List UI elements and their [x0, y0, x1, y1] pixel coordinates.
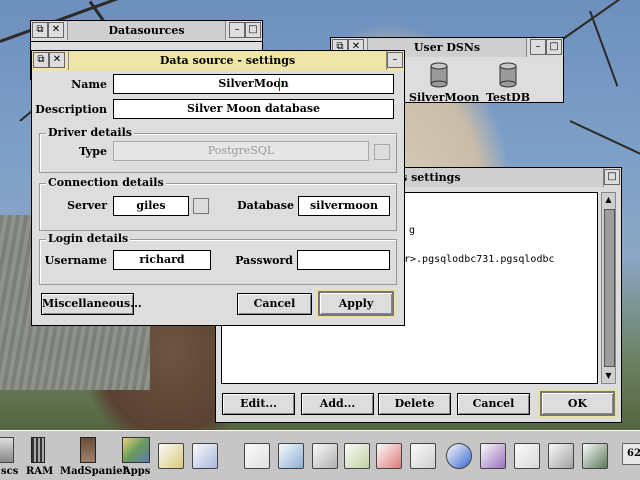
password-label: Password — [235, 254, 293, 267]
database-field[interactable]: silvermoon — [298, 196, 390, 216]
group-title: Login details — [46, 232, 131, 245]
back-button[interactable]: ⧉ — [33, 52, 49, 68]
scroll-thumb[interactable] — [604, 209, 615, 367]
display-icon[interactable] — [582, 443, 608, 469]
database-icon — [430, 62, 448, 88]
name-field[interactable]: SilverMoon — [113, 74, 394, 94]
edit-button[interactable]: Edit... — [222, 393, 295, 415]
window-title: Datasources — [67, 21, 226, 40]
tools-icon[interactable] — [278, 443, 304, 469]
iconise-button[interactable]: – — [229, 22, 245, 38]
chips-icon[interactable] — [312, 443, 338, 469]
description-field[interactable]: Silver Moon database — [113, 99, 394, 119]
stamp-icon[interactable] — [480, 443, 506, 469]
paint-icon[interactable] — [376, 443, 402, 469]
iconbar-label: Apps — [123, 466, 151, 477]
close-button[interactable]: ✕ — [49, 52, 65, 68]
miscellaneous-button[interactable]: Miscellaneous... — [41, 293, 142, 315]
type-label: Type — [78, 145, 107, 158]
dsn-item-silvermoon[interactable]: SilverMoon — [409, 62, 480, 104]
magnifier-icon[interactable] — [344, 443, 370, 469]
data-source-settings-window[interactable]: ⧉ ✕ Data source - settings – Name Silver… — [31, 50, 405, 326]
app-icon[interactable] — [158, 443, 184, 469]
graph-icon[interactable] — [192, 443, 218, 469]
scroll-up-arrow[interactable]: ▲ — [603, 194, 614, 206]
type-field: PostgreSQL — [113, 141, 369, 161]
server-field[interactable]: giles — [113, 196, 189, 216]
server-label: Server — [67, 199, 107, 212]
web-icon[interactable] — [410, 443, 436, 469]
toggle-size-button[interactable]: □ — [546, 39, 562, 55]
help-icon[interactable] — [244, 443, 270, 469]
password-field[interactable] — [297, 250, 390, 270]
iconbar-label: MadSpaniel — [60, 466, 127, 477]
toggle-size-button[interactable]: □ — [245, 22, 261, 38]
ram-disc-icon — [31, 437, 45, 463]
vertical-scrollbar[interactable]: ▲ ▼ — [601, 192, 616, 384]
text-line: g — [409, 225, 416, 236]
madspaniel-icon — [80, 437, 96, 463]
toggle-size-button[interactable]: □ — [604, 169, 620, 185]
iconise-button[interactable]: – — [387, 52, 403, 68]
edit-icon[interactable] — [514, 443, 540, 469]
cancel-button[interactable]: Cancel — [457, 393, 530, 415]
server-picker-button[interactable] — [193, 198, 209, 214]
iconbar-item-ram[interactable]: RAM — [24, 435, 54, 479]
dsn-label: SilverMoon — [409, 91, 480, 104]
settings-titlebar[interactable]: ⧉ ✕ Data source - settings – — [32, 51, 404, 72]
iconbar-label: scs — [1, 466, 19, 477]
iconbar-label: RAM — [26, 466, 54, 477]
group-title: Driver details — [46, 126, 134, 139]
apps-icon — [122, 437, 150, 463]
type-picker-button — [374, 144, 390, 160]
iconbar-item-madspaniel[interactable]: MadSpaniel — [58, 435, 126, 479]
close-button[interactable]: ✕ — [48, 22, 64, 38]
scroll-down-arrow[interactable]: ▼ — [603, 370, 614, 382]
back-button[interactable]: ⧉ — [32, 22, 48, 38]
apply-button[interactable]: Apply — [316, 289, 396, 318]
text-caret — [279, 78, 280, 91]
ok-button[interactable]: OK — [538, 389, 617, 418]
iconise-button[interactable]: – — [530, 39, 546, 55]
dsn-item-testdb[interactable]: TestDB — [483, 62, 533, 104]
cancel-button[interactable]: Cancel — [237, 293, 312, 315]
globe-icon[interactable] — [446, 443, 472, 469]
database-label: Database — [237, 199, 294, 212]
description-label: Description — [35, 103, 107, 116]
iconbar-item-scs[interactable]: scs — [0, 435, 18, 479]
delete-button[interactable]: Delete — [378, 393, 451, 415]
dsn-label: TestDB — [485, 91, 531, 104]
icon-bar: scs RAM MadSpaniel Apps 62 — [0, 430, 640, 480]
name-label: Name — [71, 78, 107, 91]
window-title: Data source - settings — [68, 51, 387, 70]
clock-display[interactable]: 62 — [622, 443, 640, 465]
iconbar-item-apps[interactable]: Apps — [120, 435, 152, 479]
printer-icon[interactable] — [548, 443, 574, 469]
database-icon — [499, 62, 517, 88]
text-line: r>.pgsqlodbc731.pgsqlodbc — [404, 254, 555, 265]
datasources-titlebar[interactable]: ⧉ ✕ Datasources – □ — [31, 21, 262, 42]
disc-icon — [0, 437, 14, 463]
username-label: Username — [44, 254, 107, 267]
group-title: Connection details — [46, 176, 166, 189]
username-field[interactable]: richard — [113, 250, 211, 270]
add-button[interactable]: Add... — [301, 393, 374, 415]
